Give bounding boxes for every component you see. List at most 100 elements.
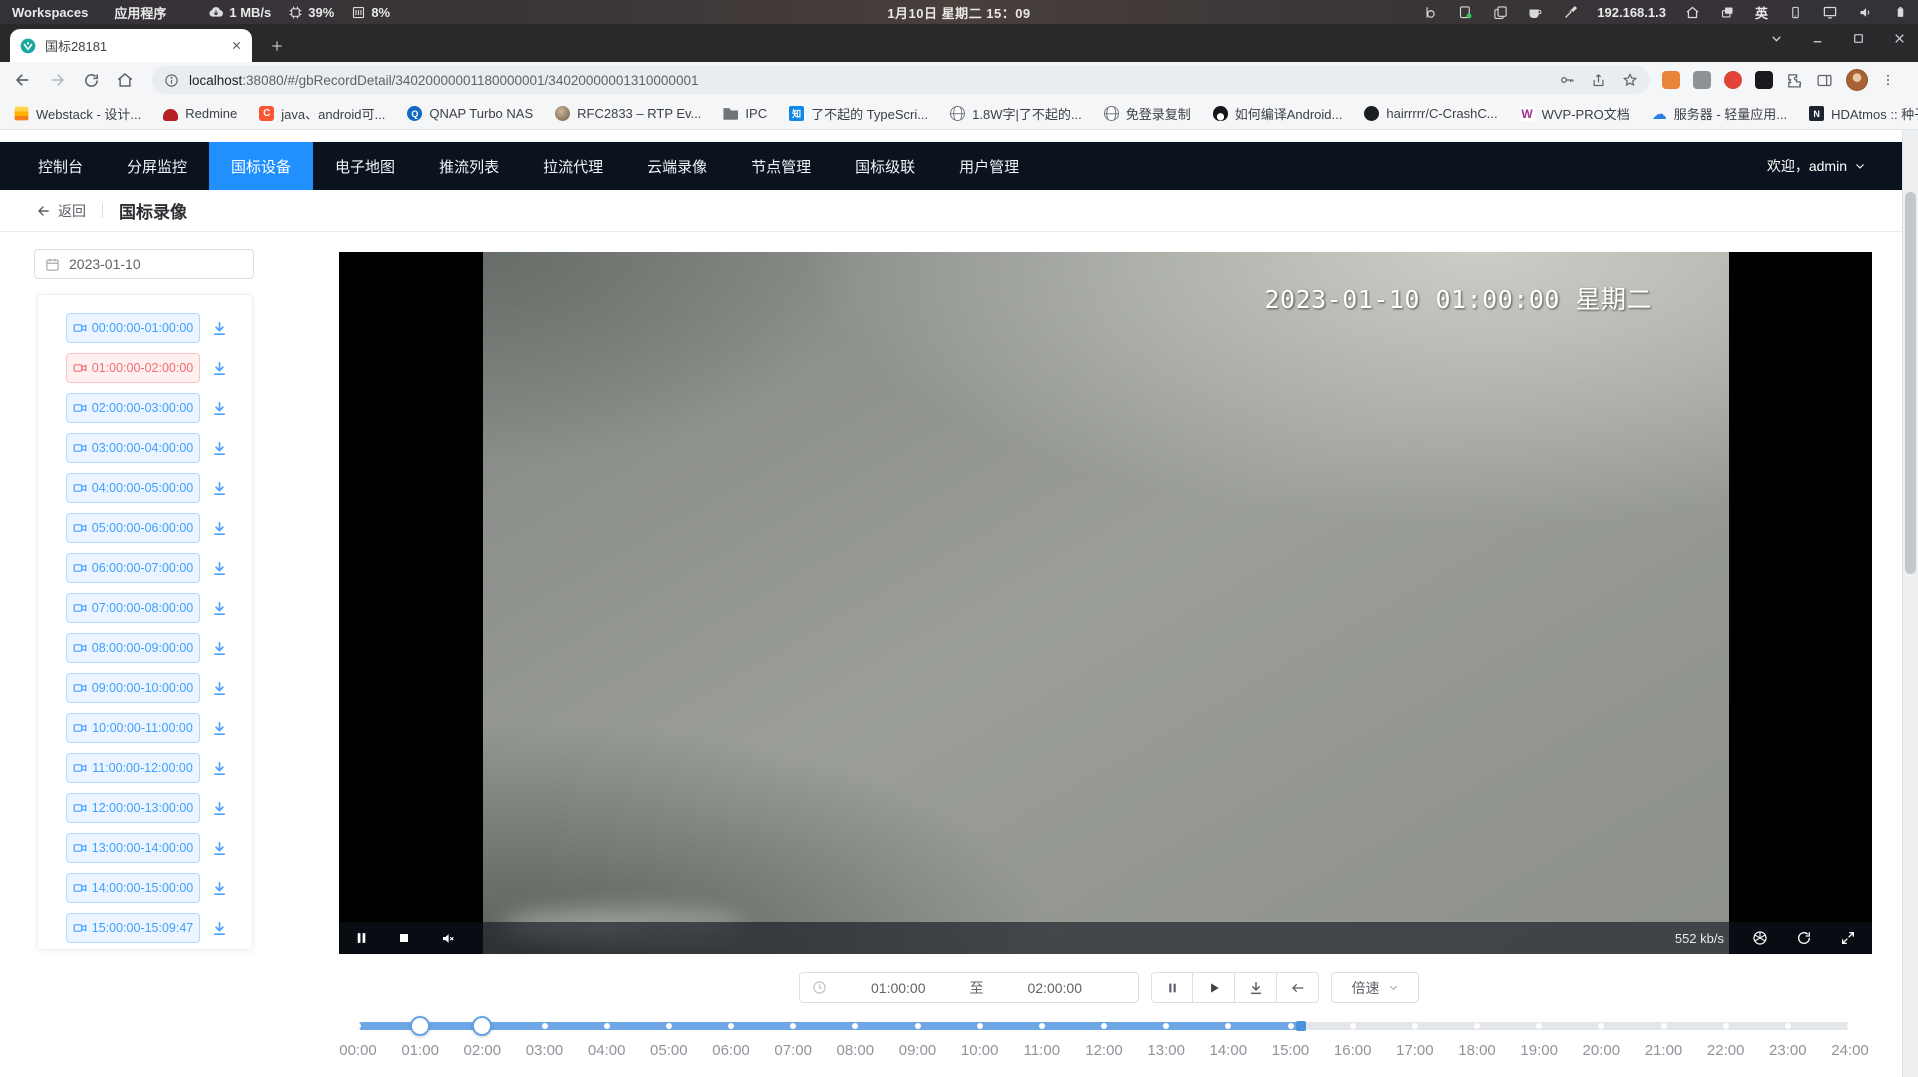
color-picker-tray-icon[interactable] xyxy=(1562,4,1578,20)
record-range-button[interactable]: 03:00:00-04:00:00 xyxy=(66,433,200,463)
pause-button[interactable] xyxy=(1151,972,1193,1003)
browser-menu-dots-icon[interactable] xyxy=(1881,72,1895,88)
record-download-button[interactable] xyxy=(211,600,228,617)
record-download-button[interactable] xyxy=(211,880,228,897)
bookmark-item[interactable]: 免登录复制 xyxy=(1104,104,1191,123)
input-method-indicator[interactable]: 英 xyxy=(1755,3,1768,22)
extension-gray-icon[interactable] xyxy=(1693,71,1711,89)
system-clock[interactable]: 1月10日 星期二 15：09 xyxy=(887,3,1030,22)
time-range-picker[interactable]: 01:00:00 至 02:00:00 xyxy=(799,972,1139,1003)
player-refresh-button[interactable] xyxy=(1796,930,1812,946)
display-tray-icon[interactable] xyxy=(1822,4,1838,20)
record-range-button[interactable]: 09:00:00-10:00:00 xyxy=(66,673,200,703)
ip-address-indicator[interactable]: 192.168.1.3 xyxy=(1597,5,1666,20)
window-maximize-icon[interactable] xyxy=(1852,32,1865,45)
fullscreen-button[interactable] xyxy=(1840,930,1856,946)
record-download-button[interactable] xyxy=(211,800,228,817)
range-start-time[interactable]: 01:00:00 xyxy=(827,980,970,996)
timeline-handle[interactable] xyxy=(410,1016,430,1036)
player-mute-button[interactable] xyxy=(440,931,456,946)
bookmark-item[interactable]: 知了不起的 TypeScri... xyxy=(789,104,928,123)
record-download-button[interactable] xyxy=(211,840,228,857)
bookmark-item[interactable]: 1.8W字|了不起的... xyxy=(950,104,1082,123)
record-range-button[interactable]: 04:00:00-05:00:00 xyxy=(66,473,200,503)
record-download-button[interactable] xyxy=(211,920,228,937)
phone-link-tray-icon[interactable] xyxy=(1787,4,1803,20)
record-range-button[interactable]: 07:00:00-08:00:00 xyxy=(66,593,200,623)
nav-tab[interactable]: 拉流代理 xyxy=(521,142,625,190)
seek-back-button[interactable] xyxy=(1277,972,1319,1003)
browser-tab[interactable]: 国标28181 xyxy=(10,29,252,62)
player-stop-button[interactable] xyxy=(398,932,410,944)
video-player[interactable]: 2023-01-10 01:00:00 星期二 552 kb/s xyxy=(339,252,1872,954)
record-download-button[interactable] xyxy=(211,400,228,417)
bookmark-item[interactable]: Webstack - 设计... xyxy=(14,104,141,123)
record-range-button[interactable]: 13:00:00-14:00:00 xyxy=(66,833,200,863)
record-download-button[interactable] xyxy=(211,480,228,497)
address-bar[interactable]: localhost:38080/#/gbRecordDetail/3402000… xyxy=(152,66,1650,94)
record-range-button[interactable]: 01:00:00-02:00:00 xyxy=(66,353,200,383)
record-range-button[interactable]: 12:00:00-13:00:00 xyxy=(66,793,200,823)
play-button[interactable] xyxy=(1193,972,1235,1003)
workspaces-tray-icon[interactable] xyxy=(1720,4,1736,20)
tab-search-chevron-icon[interactable] xyxy=(1770,32,1783,45)
nav-tab[interactable]: 电子地图 xyxy=(313,142,417,190)
bookmark-item[interactable]: 如何编译Android... xyxy=(1213,104,1343,123)
nav-tab[interactable]: 分屏监控 xyxy=(105,142,209,190)
volume-tray-icon[interactable] xyxy=(1857,4,1873,20)
nav-tab[interactable]: 节点管理 xyxy=(729,142,833,190)
extension-red-icon[interactable] xyxy=(1724,71,1742,89)
nav-tab[interactable]: 国标级联 xyxy=(833,142,937,190)
browser-home-icon[interactable] xyxy=(108,65,142,95)
bookmark-item[interactable]: hairrrrr/C-CrashC... xyxy=(1364,106,1497,121)
window-minimize-icon[interactable] xyxy=(1811,32,1824,45)
record-range-button[interactable]: 10:00:00-11:00:00 xyxy=(66,713,200,743)
record-download-button[interactable] xyxy=(211,720,228,737)
bookmark-item[interactable]: RFC2833 – RTP Ev... xyxy=(555,106,701,121)
record-download-button[interactable] xyxy=(211,760,228,777)
record-range-button[interactable]: 14:00:00-15:00:00 xyxy=(66,873,200,903)
player-pause-button[interactable] xyxy=(355,931,368,945)
download-button[interactable] xyxy=(1235,972,1277,1003)
back-button[interactable]: 返回 xyxy=(36,201,86,221)
window-close-icon[interactable] xyxy=(1893,32,1906,45)
record-range-button[interactable]: 00:00:00-01:00:00 xyxy=(66,313,200,343)
timeline-handle[interactable] xyxy=(472,1016,492,1036)
record-download-button[interactable] xyxy=(211,320,228,337)
home-tray-icon[interactable] xyxy=(1685,4,1701,20)
extension-js-icon[interactable] xyxy=(1662,71,1680,89)
browser-forward-icon[interactable] xyxy=(40,65,74,95)
record-download-button[interactable] xyxy=(211,640,228,657)
nav-tab[interactable]: 用户管理 xyxy=(937,142,1041,190)
password-key-icon[interactable] xyxy=(1559,72,1575,88)
record-range-button[interactable]: 11:00:00-12:00:00 xyxy=(66,753,200,783)
bookmark-item[interactable]: IPC xyxy=(723,106,767,121)
scrollbar-thumb[interactable] xyxy=(1905,192,1916,574)
record-range-button[interactable]: 08:00:00-09:00:00 xyxy=(66,633,200,663)
record-download-button[interactable] xyxy=(211,520,228,537)
speed-dropdown[interactable]: 倍速 xyxy=(1331,972,1419,1003)
tab-close-icon[interactable] xyxy=(231,40,242,51)
record-range-button[interactable]: 15:00:00-15:09:47 xyxy=(66,913,200,943)
nav-tab[interactable]: 云端录像 xyxy=(625,142,729,190)
battery-tray-icon[interactable] xyxy=(1892,4,1908,20)
bookmark-item[interactable]: WWVP-PRO文档 xyxy=(1520,104,1630,123)
nav-tab[interactable]: 国标设备 xyxy=(209,142,313,190)
browser-reload-icon[interactable] xyxy=(74,65,108,95)
nav-tab[interactable]: 推流列表 xyxy=(417,142,521,190)
bookmark-item[interactable]: QQNAP Turbo NAS xyxy=(407,106,533,121)
record-download-button[interactable] xyxy=(211,560,228,577)
browser-back-icon[interactable] xyxy=(6,65,40,95)
record-range-button[interactable]: 06:00:00-07:00:00 xyxy=(66,553,200,583)
flameshot-tray-icon[interactable] xyxy=(1422,4,1438,20)
range-end-time[interactable]: 02:00:00 xyxy=(984,980,1127,996)
caffeine-coffee-tray-icon[interactable] xyxy=(1527,4,1543,20)
site-info-icon[interactable] xyxy=(164,73,179,88)
snapshot-button[interactable] xyxy=(1752,930,1768,946)
record-range-button[interactable]: 02:00:00-03:00:00 xyxy=(66,393,200,423)
record-range-button[interactable]: 05:00:00-06:00:00 xyxy=(66,513,200,543)
timeline-slider[interactable] xyxy=(358,1022,1850,1030)
bookmark-item[interactable]: NHDAtmos :: 种子 *... xyxy=(1809,104,1918,123)
browser-profile-avatar[interactable] xyxy=(1846,69,1868,91)
clipboard-tray-icon[interactable] xyxy=(1492,4,1508,20)
